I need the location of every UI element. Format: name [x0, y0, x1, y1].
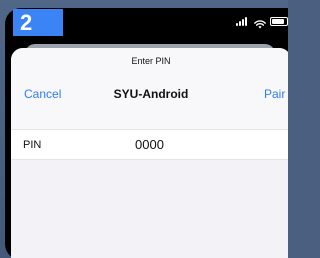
wifi-icon	[254, 16, 266, 29]
sheet-empty-area	[11, 160, 288, 258]
battery-icon	[270, 16, 288, 26]
pair-button[interactable]: Pair	[264, 85, 285, 103]
dialog-title: SYU-Android	[113, 87, 189, 101]
pin-label: PIN	[23, 139, 42, 151]
app-backdrop: 4:	[0, 0, 288, 258]
step-number-badge: 2	[13, 9, 63, 36]
battery-level	[272, 18, 284, 24]
enter-pin-sheet: Enter PIN Cancel SYU-Android Pair PIN	[11, 48, 288, 258]
pin-row: PIN	[11, 129, 288, 160]
status-icons	[236, 16, 288, 29]
signal-icon	[236, 16, 250, 26]
pin-input[interactable]	[135, 134, 235, 155]
sheet-header: Enter PIN Cancel SYU-Android Pair	[11, 48, 288, 129]
dialog-nav-bar: Cancel SYU-Android Pair	[11, 85, 288, 103]
dialog-prompt: Enter PIN	[131, 56, 171, 66]
